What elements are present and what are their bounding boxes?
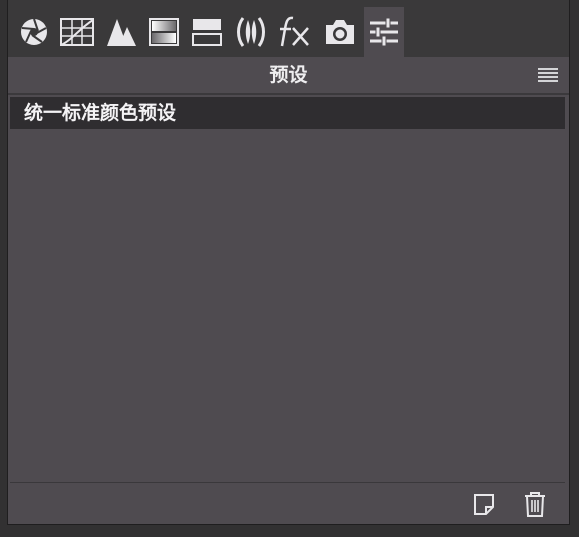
window-frame: 预设 统一标准颜色预设 [0,0,579,537]
panel-menu-button[interactable] [537,67,559,83]
tab-split-toning[interactable] [187,9,227,55]
hsl-gradient-icon [149,18,179,46]
preset-item[interactable]: 统一标准颜色预设 [10,97,565,129]
tab-detail[interactable] [101,9,141,55]
tab-presets[interactable] [364,7,404,57]
tab-hsl[interactable] [144,9,184,55]
tab-camera-calibration[interactable] [320,9,360,55]
tab-lens-corrections[interactable] [231,9,271,55]
panel-tab-bar [8,0,569,58]
tab-effects[interactable] [274,9,314,55]
tone-curve-grid-icon [60,18,94,46]
tab-basic[interactable] [14,9,54,55]
footer-divider [10,482,565,483]
split-toning-icon [192,19,222,46]
tab-tone-curve[interactable] [57,9,97,55]
sliders-icon [370,17,398,47]
hamburger-menu-icon [538,68,558,82]
new-preset-button[interactable] [470,490,498,518]
delete-preset-button[interactable] [521,490,549,518]
camera-icon [326,20,354,44]
panel-title: 预设 [269,64,308,86]
aperture-icon [21,18,47,45]
new-preset-icon [474,494,494,515]
panel-header: 预设 [8,57,569,95]
lens-icon [237,17,265,47]
trash-icon [525,492,545,517]
preset-list: 统一标准颜色预设 [10,97,567,482]
detail-triangles-icon [107,19,136,46]
preset-item-label: 统一标准颜色预设 [24,102,177,124]
camera-raw-panel: 预设 统一标准颜色预设 [7,0,570,525]
fx-icon [280,16,309,47]
